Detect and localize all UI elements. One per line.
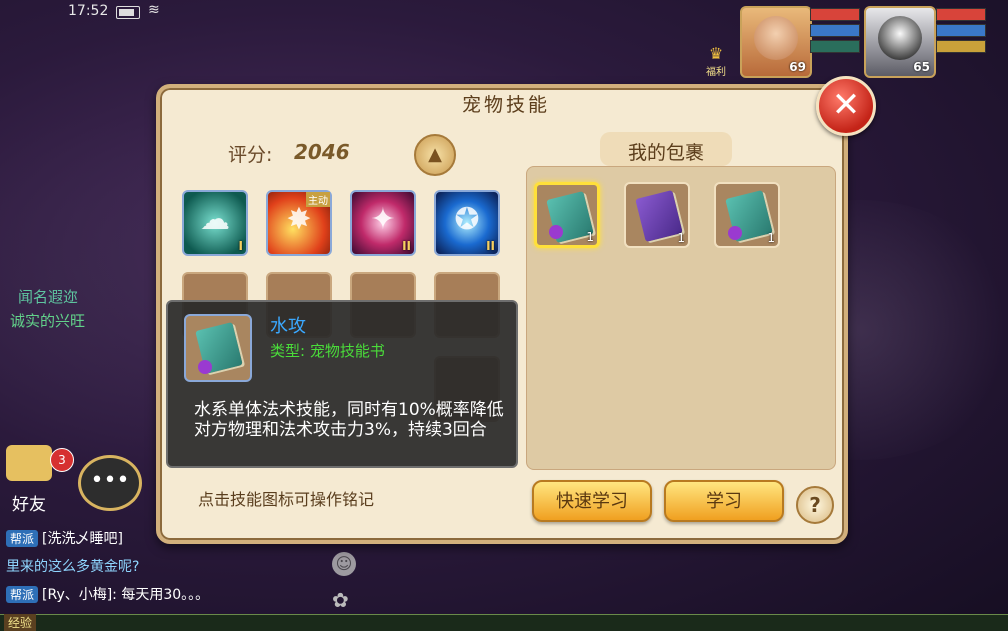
chat-text: [洗洗乄睡吧]: [42, 531, 123, 547]
pet-portrait[interactable]: 65: [864, 6, 936, 78]
gem-icon: [728, 226, 742, 240]
bag-item-slot[interactable]: 1: [624, 182, 690, 248]
panel-title-banner: 宠物技能: [386, 86, 626, 122]
skill-tier: II: [402, 239, 411, 253]
help-icon[interactable]: ?: [796, 486, 834, 524]
pet-hp-bar: [936, 8, 986, 21]
player-face: [754, 16, 798, 60]
tooltip-skill-name: 水攻: [270, 316, 306, 337]
tooltip-skill-type: 类型: 宠物技能书: [270, 342, 385, 360]
wifi-icon: ≋: [148, 2, 160, 18]
chat-text: [Ry、小梅]: 每天用30。。。: [42, 587, 210, 603]
skill-slot-3[interactable]: ✦ II: [350, 190, 416, 256]
flower-icon[interactable]: ✿: [332, 588, 349, 612]
item-count: 1: [767, 231, 775, 245]
chat-channel-tag: 帮派: [6, 530, 39, 547]
status-bar: 17:52 ≋: [0, 0, 200, 24]
friends-badge: 3: [50, 448, 74, 472]
emoji-icon[interactable]: ☺: [332, 552, 356, 576]
item-count: 1: [586, 230, 594, 244]
player-hp-bar: [810, 8, 860, 21]
chat-channel-tag: 帮派: [6, 586, 39, 603]
chat-text: 里来的这么多黄金呢?: [6, 559, 140, 575]
chat-line: 帮派 [Ry、小梅]: 每天用30。。。: [6, 584, 209, 604]
quick-learn-button[interactable]: 快速学习: [532, 480, 652, 522]
chat-bubble-icon[interactable]: •••: [78, 455, 142, 511]
skill-slot-2[interactable]: ✸ 主动: [266, 190, 332, 256]
battery-icon: [116, 6, 140, 19]
gem-icon: [198, 360, 212, 374]
welfare-label: 福利: [706, 67, 726, 78]
crown-icon: ♛: [708, 44, 724, 63]
player-portrait[interactable]: 69: [740, 6, 812, 78]
side-title-1: 闻名遐迩: [18, 288, 79, 306]
bag-item-slot[interactable]: 1: [714, 182, 780, 248]
explosion-icon: ✸: [286, 202, 312, 237]
pet-exp-bar: [936, 40, 986, 53]
ghost-icon: ☁: [200, 202, 230, 237]
book-icon: [635, 190, 683, 242]
player-level: 69: [789, 60, 806, 74]
pet-stat-bars: [936, 8, 986, 56]
bag-item-slot[interactable]: 1: [534, 182, 600, 248]
pet-mp-bar: [936, 24, 986, 37]
player-mp-bar: [810, 24, 860, 37]
active-tag: 主动: [306, 192, 330, 207]
tooltip-description: 水系单体法术技能，同时有10%概率降低对方物理和法术攻击力3%，持续3回合: [194, 400, 504, 440]
pet-level: 65: [913, 60, 930, 74]
exp-label: 经验: [4, 614, 37, 631]
bag-title: 我的包裹: [627, 142, 704, 164]
pet-face: [878, 16, 922, 60]
score-value: 2046: [294, 140, 350, 164]
friends-label: 好友: [12, 495, 46, 515]
skill-slot-4[interactable]: ✪ II: [434, 190, 500, 256]
friends-icon[interactable]: [6, 445, 52, 481]
item-count: 1: [677, 231, 685, 245]
panel-title: 宠物技能: [461, 94, 550, 116]
chat-line: 里来的这么多黄金呢?: [6, 556, 139, 576]
gem-icon: [549, 225, 563, 239]
burst-icon: ✦: [370, 202, 396, 237]
skill-book-icon: [184, 314, 252, 382]
player-extra-bar: [810, 40, 860, 53]
skill-tooltip: 水攻 类型: 宠物技能书 水系单体法术技能，同时有10%概率降低对方物理和法术攻…: [166, 300, 518, 468]
welfare-button[interactable]: ♛ 福利: [706, 44, 726, 78]
skill-tier: II: [486, 239, 495, 253]
arrow-up-icon[interactable]: ▲: [414, 134, 456, 176]
skill-slot-1[interactable]: ☁ I: [182, 190, 248, 256]
chat-line: 帮派 [洗洗乄睡吧]: [6, 528, 123, 548]
score-label: 评分:: [228, 144, 273, 166]
side-title-2: 诚实的兴旺: [10, 312, 86, 330]
star-swirl-icon: ✪: [454, 202, 480, 237]
learn-button[interactable]: 学习: [664, 480, 784, 522]
exp-bar: [0, 614, 1008, 631]
status-time: 17:52: [68, 3, 109, 19]
hint-text: 点击技能图标可操作铭记: [198, 490, 375, 509]
close-icon[interactable]: ✕: [816, 76, 876, 136]
skill-tier: I: [238, 239, 243, 253]
player-stat-bars: [810, 8, 860, 56]
